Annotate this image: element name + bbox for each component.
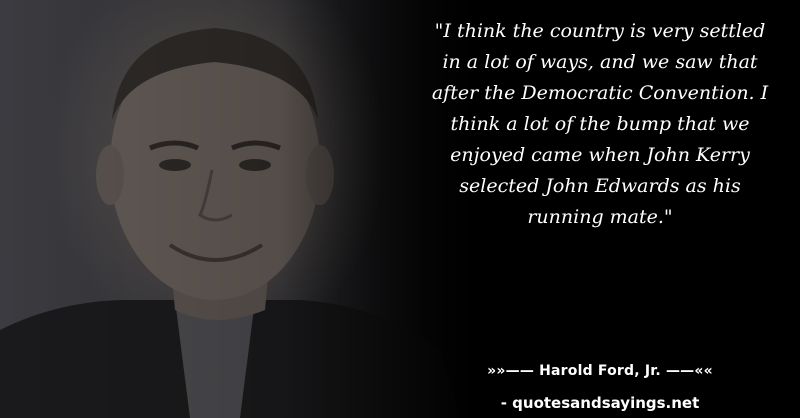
site-credit: - quotesandsayings.net: [500, 394, 700, 412]
quote-card: "I think the country is very settled in …: [0, 0, 800, 418]
quote-text: "I think the country is very settled in …: [431, 20, 769, 228]
author-attribution: »»—— Harold Ford, Jr. ——««: [487, 363, 713, 379]
